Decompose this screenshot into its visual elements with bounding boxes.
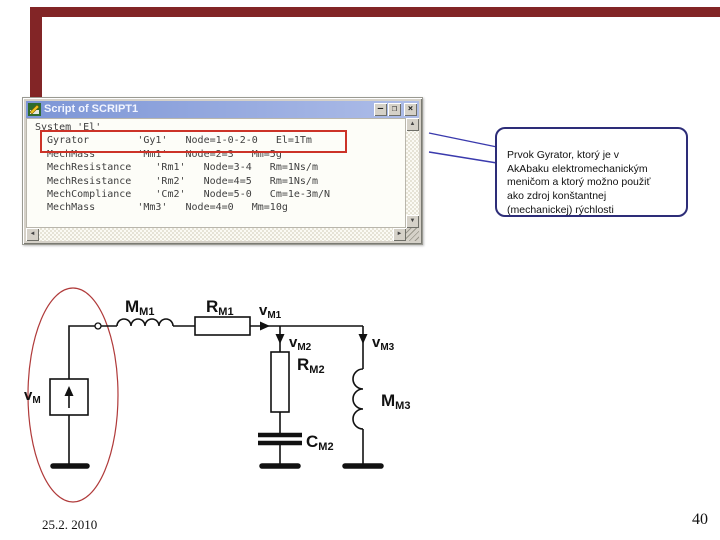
script-line: MechMass 'Mm3' Node=4=0 Mm=10g bbox=[35, 202, 288, 214]
close-button[interactable]: × bbox=[404, 103, 417, 116]
callout-box: Prvok Gyrator, ktorý je v AkAbaku elektr… bbox=[495, 127, 688, 217]
label-vm: vM bbox=[24, 387, 41, 406]
vm3-arrow bbox=[358, 334, 368, 344]
top-accent-bar bbox=[32, 7, 720, 17]
script-line: MechCompliance 'Cm2' Node=5-0 Cm=1e-3m/N bbox=[35, 189, 331, 201]
horizontal-scrollbar[interactable]: ◄ ► bbox=[26, 228, 406, 241]
vertical-scrollbar[interactable]: ▲ ▼ bbox=[406, 118, 419, 228]
circuit-diagram: MM1 RM1 vM1 vM2 RM2 vM3 MM3 CM2 vM bbox=[24, 287, 410, 503]
slide-background: Script of SCRIPT1 – ❐ × System 'El' Gyra… bbox=[0, 0, 720, 540]
script-icon bbox=[28, 103, 41, 116]
script-text: System 'El' Gyrator 'Gy1' Node=1-0-2-0 E… bbox=[27, 119, 405, 215]
script-editor[interactable]: System 'El' Gyrator 'Gy1' Node=1-0-2-0 E… bbox=[26, 118, 406, 228]
label-vm1: vM1 bbox=[259, 302, 282, 321]
label-mm3: MM3 bbox=[381, 391, 410, 412]
node-circle bbox=[94, 322, 102, 330]
script-window: Script of SCRIPT1 – ❐ × System 'El' Gyra… bbox=[22, 97, 423, 245]
vm1-arrow bbox=[260, 321, 270, 331]
resistor-rm1 bbox=[194, 316, 251, 336]
maximize-button[interactable]: ❐ bbox=[388, 103, 401, 116]
label-cm2: CM2 bbox=[306, 432, 334, 453]
scroll-down-button[interactable]: ▼ bbox=[406, 215, 419, 228]
vm2-arrow bbox=[275, 334, 285, 344]
minimize-button[interactable]: – bbox=[374, 103, 387, 116]
inductor-mm1 bbox=[116, 318, 174, 327]
left-accent-bar bbox=[30, 7, 42, 98]
script-line: MechResistance 'Rm2' Node=4=5 Rm=1Ns/m bbox=[35, 175, 318, 187]
label-mm1: MM1 bbox=[125, 297, 154, 318]
resize-grip[interactable] bbox=[406, 228, 419, 241]
label-vm2: vM2 bbox=[289, 334, 312, 353]
scroll-right-button[interactable]: ► bbox=[393, 228, 406, 241]
label-rm1: RM1 bbox=[206, 297, 234, 318]
footer-date: 25.2. 2010 bbox=[42, 517, 98, 532]
script-line: Gyrator 'Gy1' Node=1-0-2-0 El=1Tm bbox=[35, 135, 312, 147]
inductor-mm3 bbox=[352, 368, 364, 430]
window-titlebar[interactable]: Script of SCRIPT1 – ❐ × bbox=[26, 101, 419, 118]
scroll-left-button[interactable]: ◄ bbox=[26, 228, 39, 241]
script-line: MechMass 'Mm1' Node=2=3 Mm=5g bbox=[35, 148, 282, 160]
script-line: System 'El' bbox=[35, 122, 102, 133]
label-rm2: RM2 bbox=[297, 355, 325, 376]
page-number: 40 bbox=[692, 511, 708, 528]
window-title: Script of SCRIPT1 bbox=[44, 103, 139, 115]
resistor-rm2 bbox=[270, 351, 290, 413]
label-vm3: vM3 bbox=[372, 334, 395, 353]
script-line: MechResistance 'Rm1' Node=3-4 Rm=1Ns/m bbox=[35, 162, 318, 174]
scroll-up-button[interactable]: ▲ bbox=[406, 118, 419, 131]
callout-text: Prvok Gyrator, ktorý je v AkAbaku elektr… bbox=[507, 148, 651, 216]
